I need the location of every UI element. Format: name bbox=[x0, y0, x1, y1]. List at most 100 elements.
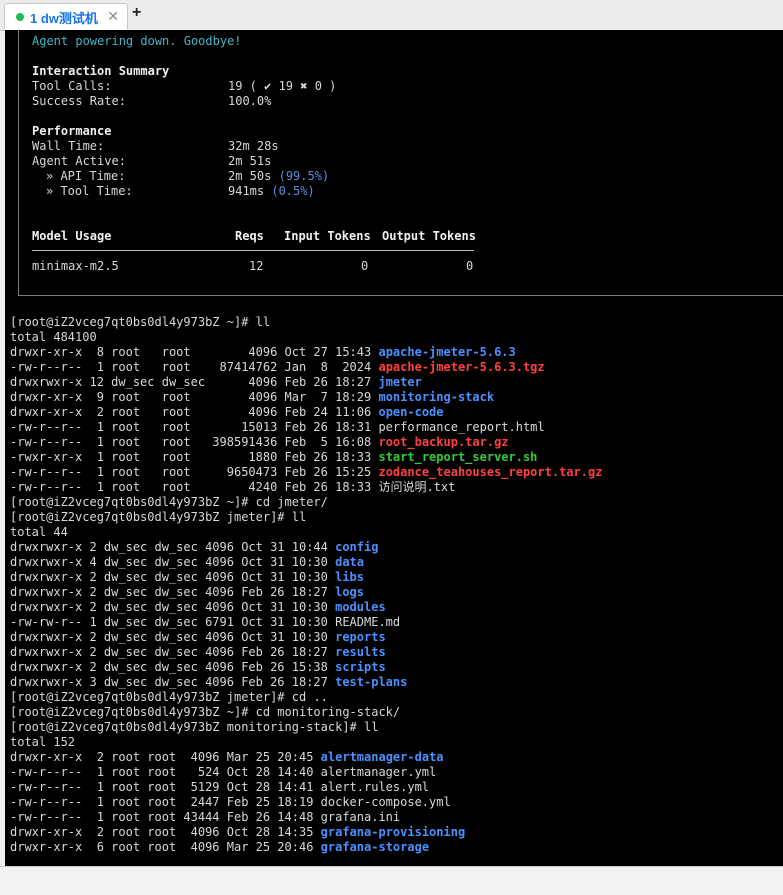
terminal-text: -rw-rw-r-- 1 dw_sec dw_sec 6791 Oct 31 1… bbox=[10, 615, 401, 629]
terminal-line: drwxrwxr-x 3 dw_sec dw_sec 4096 Feb 26 1… bbox=[10, 675, 602, 690]
terminal-line: -rw-rw-r-- 1 dw_sec dw_sec 6791 Oct 31 1… bbox=[10, 615, 602, 630]
terminal-text: -rw-r--r-- 1 root root 15013 Feb 26 18:3… bbox=[10, 420, 545, 434]
terminal-text: total 484100 bbox=[10, 330, 97, 344]
terminal-line: -rw-r--r-- 1 root root 43444 Feb 26 14:4… bbox=[10, 810, 602, 825]
terminal-line: -rw-r--r-- 1 root root 4240 Feb 26 18:33… bbox=[10, 480, 602, 495]
model-input-tokens: 0 bbox=[361, 259, 369, 273]
terminal-line: drwxr-xr-x 9 root root 4096 Mar 7 18:29 … bbox=[10, 390, 602, 405]
file-entry-dir: monitoring-stack bbox=[378, 390, 495, 404]
terminal-window[interactable]: Agent powering down. Goodbye! Interactio… bbox=[5, 30, 783, 866]
file-entry-exe: start_report_server.sh bbox=[378, 450, 538, 464]
terminal-text: [root@iZ2vceg7qt0bs0dl4y973bZ jmeter]# l… bbox=[10, 510, 307, 524]
file-entry-dir: test-plans bbox=[335, 675, 408, 689]
tool-time-label: » Tool Time: bbox=[46, 184, 133, 198]
terminal-text: drwxr-xr-x 2 root root 4096 Mar 25 20:45 bbox=[10, 750, 321, 764]
file-entry-dir: logs bbox=[335, 585, 365, 599]
goodbye-message: Agent powering down. Goodbye! bbox=[32, 34, 242, 48]
tab-dw-test-machine[interactable]: 1 dw测试机 ✕ bbox=[4, 3, 128, 30]
terminal-text: -rw-r--r-- 1 root root 524 Oct 28 14:40 … bbox=[10, 765, 437, 779]
terminal-line: [root@iZ2vceg7qt0bs0dl4y973bZ monitoring… bbox=[10, 720, 602, 735]
file-entry-dir: libs bbox=[335, 570, 365, 584]
api-time-value: 2m 50s (99.5%) bbox=[228, 169, 330, 183]
terminal-line: drwxr-xr-x 2 root root 4096 Oct 28 14:35… bbox=[10, 825, 602, 840]
agent-active-label: Agent Active: bbox=[32, 154, 126, 168]
terminal-text: -rw-r--r-- 1 root root 87414762 Jan 8 20… bbox=[10, 360, 379, 374]
terminal-line: drwxrwxr-x 2 dw_sec dw_sec 4096 Feb 26 1… bbox=[10, 660, 602, 675]
new-tab-button[interactable]: + bbox=[132, 4, 141, 22]
terminal-line: drwxr-xr-x 8 root root 4096 Oct 27 15:43… bbox=[10, 345, 602, 360]
terminal-text: [root@iZ2vceg7qt0bs0dl4y973bZ monitoring… bbox=[10, 720, 379, 734]
file-entry-dir: results bbox=[335, 645, 386, 659]
wall-time-label: Wall Time: bbox=[32, 139, 105, 153]
terminal-line: drwxrwxr-x 2 dw_sec dw_sec 4096 Oct 31 1… bbox=[10, 600, 602, 615]
file-entry-dir: grafana-storage bbox=[320, 840, 430, 854]
terminal-text: -rw-r--r-- 1 root root 2447 Feb 25 18:19… bbox=[10, 795, 451, 809]
tab-label: 1 dw测试机 bbox=[30, 10, 98, 26]
terminal-line: drwxrwxr-x 2 dw_sec dw_sec 4096 Oct 31 1… bbox=[10, 570, 602, 585]
tool-time-value: 941ms (0.5%) bbox=[228, 184, 315, 198]
terminal-text: drwxr-xr-x 2 root root 4096 Oct 28 14:35 bbox=[10, 825, 321, 839]
terminal-line: -rw-r--r-- 1 root root 398591436 Feb 5 1… bbox=[10, 435, 602, 450]
terminal-text: [root@iZ2vceg7qt0bs0dl4y973bZ ~]# cd jme… bbox=[10, 495, 328, 509]
terminal-text: total 152 bbox=[10, 735, 76, 749]
api-time-label: » API Time: bbox=[46, 169, 126, 183]
terminal-text: drwxrwxr-x 2 dw_sec dw_sec 4096 Oct 31 1… bbox=[10, 540, 336, 554]
terminal-text: -rw-r--r-- 1 root root 4240 Feb 26 18:33… bbox=[10, 480, 456, 494]
performance-title: Performance bbox=[32, 124, 112, 138]
table-divider bbox=[32, 250, 474, 251]
file-entry-dir: modules bbox=[335, 600, 386, 614]
terminal-text: drwxrwxr-x 2 dw_sec dw_sec 4096 Feb 26 1… bbox=[10, 645, 336, 659]
tool-calls-label: Tool Calls: bbox=[32, 79, 112, 93]
terminal-text: [root@iZ2vceg7qt0bs0dl4y973bZ ~]# ll bbox=[10, 315, 271, 329]
terminal-line: drwxrwxr-x 2 dw_sec dw_sec 4096 Oct 31 1… bbox=[10, 630, 602, 645]
output-tokens-header: Output Tokens bbox=[382, 229, 476, 243]
terminal-text: -rw-r--r-- 1 root root 5129 Oct 28 14:41… bbox=[10, 780, 430, 794]
terminal-text: drwxr-xr-x 6 root root 4096 Mar 25 20:46 bbox=[10, 840, 321, 854]
terminal-text: drwxrwxr-x 2 dw_sec dw_sec 4096 Oct 31 1… bbox=[10, 570, 336, 584]
file-entry-dir: apache-jmeter-5.6.3 bbox=[378, 345, 516, 359]
file-entry-arc: root_backup.tar.gz bbox=[378, 435, 509, 449]
terminal-line: drwxrwxr-x 2 dw_sec dw_sec 4096 Feb 26 1… bbox=[10, 645, 602, 660]
terminal-line: [root@iZ2vceg7qt0bs0dl4y973bZ jmeter]# c… bbox=[10, 690, 602, 705]
terminal-line: drwxr-xr-x 6 root root 4096 Mar 25 20:46… bbox=[10, 840, 602, 855]
file-entry-dir: open-code bbox=[378, 405, 444, 419]
terminal-line: -rwxr-xr-x 1 root root 1880 Feb 26 18:33… bbox=[10, 450, 602, 465]
terminal-line: -rw-r--r-- 1 root root 87414762 Jan 8 20… bbox=[10, 360, 602, 375]
file-entry-dir: reports bbox=[335, 630, 386, 644]
success-rate-label: Success Rate: bbox=[32, 94, 126, 108]
file-entry-dir: config bbox=[335, 540, 379, 554]
model-name: minimax-m2.5 bbox=[32, 259, 119, 273]
file-entry-dir: scripts bbox=[335, 660, 386, 674]
terminal-text: -rwxr-xr-x 1 root root 1880 Feb 26 18:33 bbox=[10, 450, 379, 464]
interaction-summary-title: Interaction Summary bbox=[32, 64, 170, 78]
close-icon[interactable]: ✕ bbox=[107, 8, 119, 25]
terminal-text: drwxrwxr-x 2 dw_sec dw_sec 4096 Oct 31 1… bbox=[10, 600, 336, 614]
terminal-text: drwxrwxr-x 2 dw_sec dw_sec 4096 Feb 26 1… bbox=[10, 585, 336, 599]
file-entry-dir: data bbox=[335, 555, 365, 569]
terminal-line: [root@iZ2vceg7qt0bs0dl4y973bZ ~]# ll bbox=[10, 315, 602, 330]
file-entry-dir: grafana-provisioning bbox=[320, 825, 466, 839]
terminal-line: -rw-r--r-- 1 root root 5129 Oct 28 14:41… bbox=[10, 780, 602, 795]
terminal-text: -rw-r--r-- 1 root root 398591436 Feb 5 1… bbox=[10, 435, 379, 449]
file-entry-dir: jmeter bbox=[378, 375, 422, 389]
terminal-text: drwxr-xr-x 8 root root 4096 Oct 27 15:43 bbox=[10, 345, 379, 359]
model-output-tokens: 0 bbox=[466, 259, 474, 273]
terminal-text: [root@iZ2vceg7qt0bs0dl4y973bZ jmeter]# c… bbox=[10, 690, 328, 704]
terminal-output: [root@iZ2vceg7qt0bs0dl4y973bZ ~]# ll tota… bbox=[10, 315, 602, 855]
terminal-text: drwxrwxr-x 12 dw_sec dw_sec 4096 Feb 26 … bbox=[10, 375, 379, 389]
terminal-line: drwxr-xr-x 2 root root 4096 Mar 25 20:45… bbox=[10, 750, 602, 765]
success-rate-value: 100.0% bbox=[228, 94, 272, 108]
terminal-text: drwxr-xr-x 2 root root 4096 Feb 24 11:06 bbox=[10, 405, 379, 419]
terminal-line: drwxrwxr-x 2 dw_sec dw_sec 4096 Feb 26 1… bbox=[10, 585, 602, 600]
terminal-text: total 44 bbox=[10, 525, 68, 539]
agent-active-value: 2m 51s bbox=[228, 154, 272, 168]
terminal-text: -rw-r--r-- 1 root root 9650473 Feb 26 15… bbox=[10, 465, 379, 479]
terminal-line: -rw-r--r-- 1 root root 15013 Feb 26 18:3… bbox=[10, 420, 602, 435]
status-bar bbox=[0, 866, 783, 895]
input-tokens-header: Input Tokens bbox=[284, 229, 371, 243]
model-usage-header: Model Usage bbox=[32, 229, 112, 243]
connection-status-icon bbox=[16, 13, 24, 21]
tab-bar: 1 dw测试机 ✕ + bbox=[0, 0, 783, 31]
file-entry-dir: alertmanager-data bbox=[320, 750, 444, 764]
session-summary-panel: Agent powering down. Goodbye! Interactio… bbox=[18, 30, 783, 296]
